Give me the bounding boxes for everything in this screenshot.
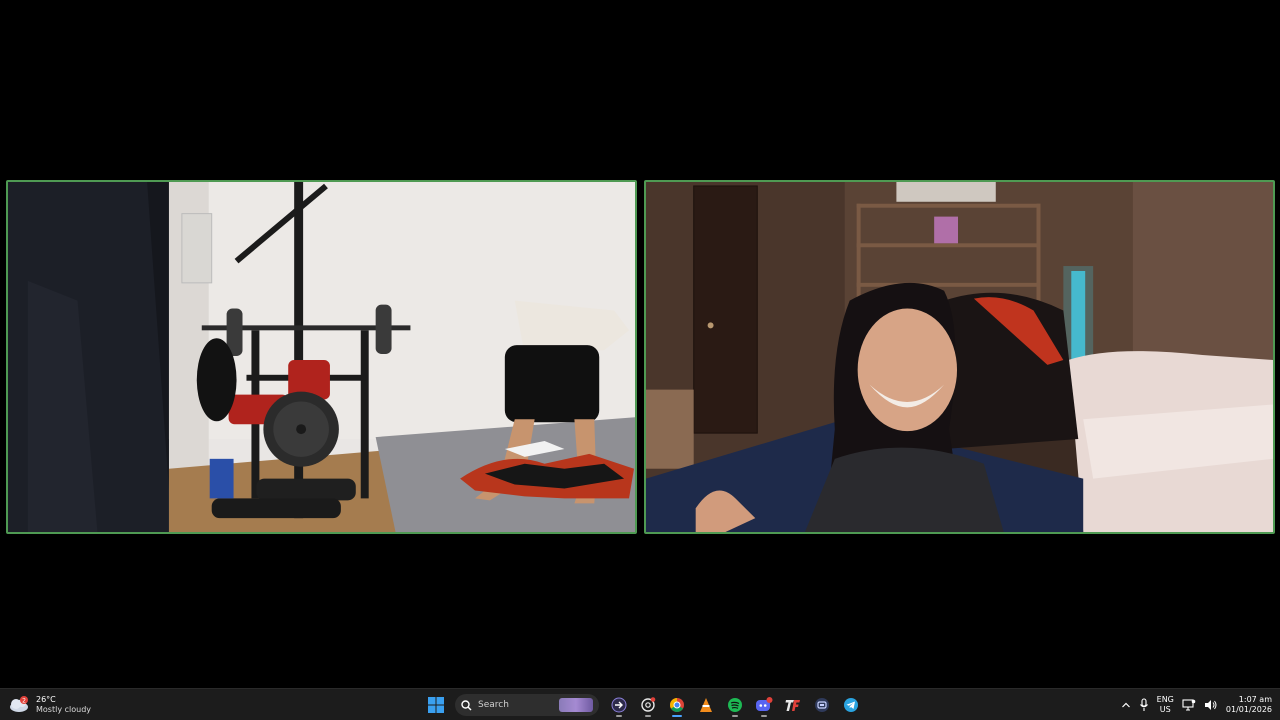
system-tray: ENG US 1:07 am 01/01/2026 [1121,692,1272,718]
taskbar-app-vlc[interactable] [693,693,718,717]
clock-date: 01/01/2026 [1225,705,1272,714]
active-indicator [672,715,682,717]
taskbar: 2 26°C Mostly cloudy Search ENG US 1:07 … [0,688,1280,720]
clock[interactable]: 1:07 am 01/01/2026 [1226,695,1272,715]
spotify-icon [727,698,742,712]
taskbar-search[interactable]: Search [455,694,599,716]
running-indicator [645,715,651,717]
weather-badge: 2 [22,698,26,705]
video-frame-bedroom [646,182,1273,532]
search-label: Search [478,700,509,710]
clock-time: 1:07 am [1238,695,1272,704]
cloud-icon: 2 [10,696,28,712]
taskbar-app-telegram[interactable] [838,693,863,717]
weather-temp: 26°C [36,695,56,704]
participant-video-left[interactable] [6,180,637,534]
participant-video-right[interactable] [644,180,1275,534]
tf-icon [785,700,800,711]
taskbar-app-box[interactable] [809,693,834,717]
network-icon[interactable] [1182,699,1196,711]
language-top: ENG [1156,695,1174,704]
chevron-up-icon[interactable] [1121,700,1131,710]
weather-widget[interactable]: 2 26°C Mostly cloudy [8,692,91,718]
taskbar-app-arrow[interactable] [606,693,631,717]
telegram-icon [843,698,858,712]
taskbar-app-chatgpt[interactable] [635,693,660,717]
app-arrow-icon [611,697,626,713]
volume-icon[interactable] [1204,699,1218,711]
language-indicator[interactable]: ENG US [1157,695,1174,715]
app-box-icon [814,698,829,712]
windows-icon [427,697,444,713]
app-chatgpt-icon [640,697,655,712]
taskbar-app-tf[interactable] [780,693,805,717]
running-indicator [616,715,622,717]
taskbar-app-chrome[interactable] [664,693,689,717]
running-indicator [732,715,738,717]
language-bottom: US [1159,705,1171,714]
vlc-icon [699,698,712,712]
weather-text: 26°C Mostly cloudy [36,695,91,715]
taskbar-app-spotify[interactable] [722,693,747,717]
chrome-icon [669,698,684,712]
video-frame-gym-room [8,182,635,532]
taskbar-app-discord[interactable] [751,693,776,717]
start-button[interactable] [423,693,448,717]
call-stage [0,0,1280,688]
running-indicator [761,715,767,717]
taskbar-center: Search [423,693,863,717]
search-icon [461,699,472,710]
microphone-icon[interactable] [1139,698,1149,712]
weather-condition: Mostly cloudy [36,705,91,714]
search-highlight-art [559,698,593,712]
discord-icon [755,697,772,711]
